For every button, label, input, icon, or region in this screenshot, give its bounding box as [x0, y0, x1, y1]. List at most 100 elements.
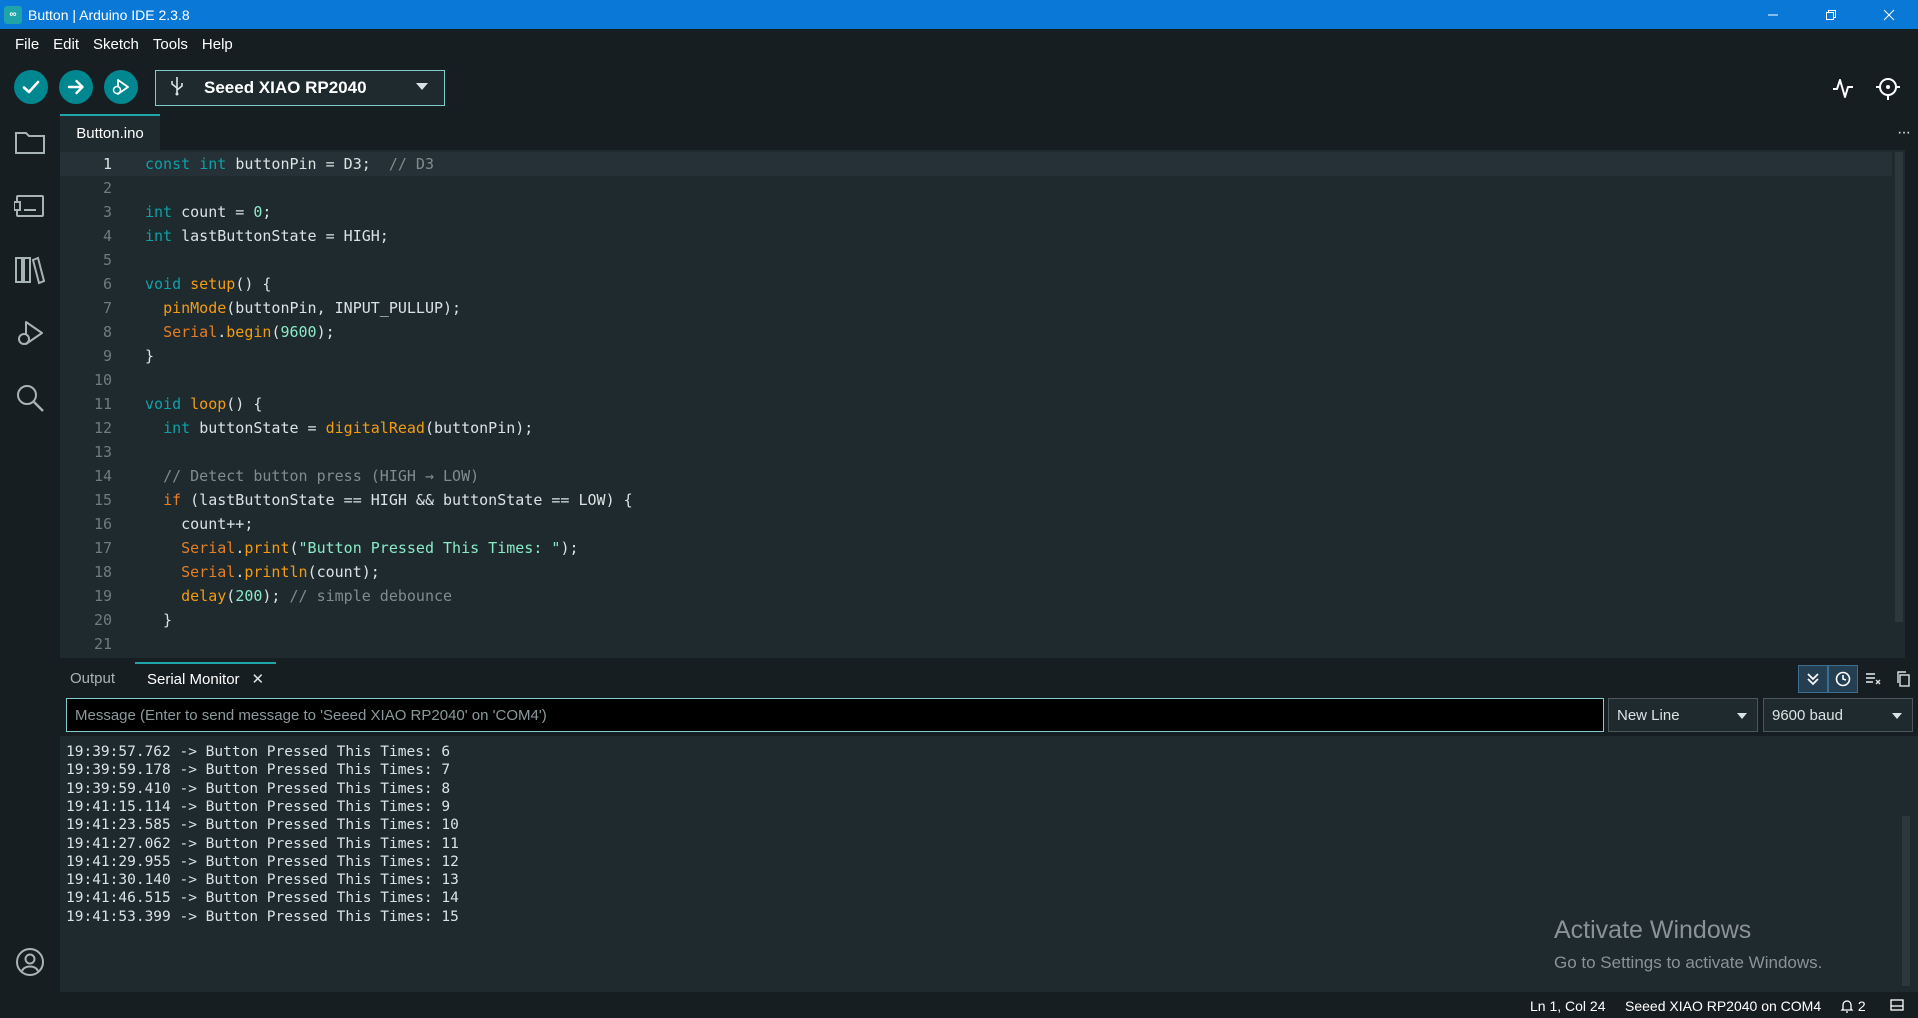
serial-message-input[interactable] — [66, 698, 1604, 732]
code-line[interactable]: 21 — [60, 632, 1905, 656]
code-line[interactable]: 10 — [60, 368, 1905, 392]
line-code: count++; — [145, 512, 253, 536]
code-line[interactable]: 6 void setup() { — [60, 272, 1905, 296]
editor-scroll-thumb[interactable] — [1895, 152, 1903, 622]
board-name: Seeed XIAO RP2040 — [204, 78, 367, 97]
line-ending-select[interactable]: New Line — [1608, 698, 1758, 732]
boards-manager-button[interactable] — [12, 188, 48, 224]
code-line[interactable]: 12 int buttonState = digitalRead(buttonP… — [60, 416, 1905, 440]
minimize-button[interactable] — [1744, 0, 1802, 29]
serial-monitor-button[interactable] — [1873, 73, 1903, 103]
search-icon — [17, 385, 44, 412]
menu-bar: File Edit Sketch Tools Help — [0, 29, 1918, 59]
code-line[interactable]: 19 delay(200); // simple debounce — [60, 584, 1905, 608]
menu-edit[interactable]: Edit — [46, 36, 86, 53]
line-number: 5 — [102, 251, 112, 269]
folder-icon — [15, 132, 45, 154]
library-manager-button[interactable] — [12, 252, 48, 288]
code-token: (buttonPin); — [424, 419, 534, 437]
code-token: 200 — [235, 587, 263, 605]
code-line[interactable]: 8 Serial.begin(9600); — [60, 320, 1905, 344]
code-token: int — [199, 155, 236, 173]
code-token: Serial — [181, 539, 236, 557]
code-line[interactable]: 14 // Detect button press (HIGH → LOW) — [60, 464, 1905, 488]
code-line[interactable]: 3 int count = 0; — [60, 200, 1905, 224]
code-line[interactable]: 18 Serial.println(count); — [60, 560, 1905, 584]
debug-icon — [112, 79, 129, 95]
code-line[interactable]: 2 — [60, 176, 1905, 200]
code-line[interactable]: 16 count++; — [60, 512, 1905, 536]
close-window-button[interactable] — [1860, 0, 1918, 29]
timestamp-toggle[interactable] — [1828, 665, 1858, 693]
cursor-position[interactable]: Ln 1, Col 24 — [1530, 998, 1606, 1014]
close-icon[interactable]: ✕ — [252, 670, 265, 688]
line-number: 21 — [93, 635, 112, 653]
code-token: count++; — [145, 515, 254, 533]
editor-scrollbar[interactable] — [1892, 150, 1905, 658]
line-number: 2 — [102, 179, 112, 197]
restore-button[interactable] — [1802, 0, 1860, 29]
restore-icon — [1826, 9, 1836, 20]
board-port-status[interactable]: Seeed XIAO RP2040 on COM4 — [1625, 998, 1821, 1014]
notifications-button[interactable]: 2 — [1840, 998, 1866, 1014]
debug-button[interactable] — [104, 70, 138, 104]
code-editor[interactable]: 21 20 } 19 delay(200); // simple debounce 1… — [60, 150, 1905, 658]
account-button[interactable] — [12, 944, 48, 980]
account-icon — [16, 948, 44, 976]
line-code: void setup() { — [145, 272, 271, 296]
verify-button[interactable] — [14, 70, 48, 104]
sketchbook-button[interactable] — [12, 124, 48, 160]
code-line[interactable]: 7 pinMode(buttonPin, INPUT_PULLUP); — [60, 296, 1905, 320]
serial-scrollbar[interactable] — [1902, 816, 1910, 986]
code-line[interactable]: 5 — [60, 248, 1905, 272]
serial-plotter-button[interactable] — [1828, 73, 1858, 103]
minimize-icon — [1768, 14, 1778, 15]
menu-tools[interactable]: Tools — [146, 36, 195, 53]
code-token: (count); — [307, 563, 380, 581]
tab-button-ino[interactable]: Button.ino — [60, 114, 160, 150]
toggle-panel-button[interactable] — [1890, 998, 1904, 1015]
code-token: int — [163, 419, 200, 437]
tab-serial-monitor[interactable]: Serial Monitor ✕ — [135, 662, 277, 694]
line-ending-value: New Line — [1617, 706, 1680, 724]
debug-icon — [18, 321, 43, 345]
menu-file[interactable]: File — [8, 36, 46, 53]
more-options-icon[interactable]: ··· — [1897, 124, 1911, 142]
code-line[interactable]: 20 } — [60, 608, 1905, 632]
upload-button[interactable] — [59, 70, 93, 104]
tab-output[interactable]: Output — [70, 662, 115, 694]
code-token: loop — [190, 395, 227, 413]
code-line[interactable]: 11 void loop() { — [60, 392, 1905, 416]
line-number: 12 — [93, 419, 112, 437]
search-button[interactable] — [12, 380, 48, 416]
menu-help[interactable]: Help — [195, 36, 240, 53]
code-token: void — [145, 395, 191, 413]
board-selector[interactable]: Seeed XIAO RP2040 — [155, 70, 445, 106]
code-line[interactable]: 4 int lastButtonState = HIGH; — [60, 224, 1905, 248]
line-code: int lastButtonState = HIGH; — [145, 224, 389, 248]
code-token: (buttonPin, INPUT_PULLUP); — [226, 299, 462, 317]
code-line[interactable]: 17 Serial.print("Button Pressed This Tim… — [60, 536, 1905, 560]
code-line[interactable]: 13 — [60, 440, 1905, 464]
arrow-right-icon — [67, 79, 84, 95]
code-line[interactable]: 9} — [60, 344, 1905, 368]
menu-sketch[interactable]: Sketch — [86, 36, 146, 53]
code-token: . — [235, 563, 245, 581]
debug-panel-button[interactable] — [12, 316, 48, 352]
activate-windows-watermark: Activate Windows Go to Settings to activ… — [1554, 916, 1822, 973]
code-line[interactable]: 15 if (lastButtonState == HIGH && button… — [60, 488, 1905, 512]
copy-icon — [1897, 671, 1910, 687]
clear-output-button[interactable] — [1858, 665, 1888, 693]
autoscroll-toggle[interactable] — [1798, 665, 1828, 693]
arduino-logo-icon: ∞ — [4, 5, 22, 24]
library-icon — [15, 256, 46, 285]
code-token: println — [244, 563, 308, 581]
toolbar: Seeed XIAO RP2040 — [0, 59, 1918, 114]
baud-rate-select[interactable]: 9600 baud — [1763, 698, 1913, 732]
code-line[interactable]: 1 const int buttonPin = D3; // D3 — [60, 152, 1905, 176]
close-icon — [1883, 9, 1895, 20]
code-token: () { — [226, 395, 263, 413]
copy-output-button[interactable] — [1888, 665, 1918, 693]
plotter-icon — [1833, 79, 1853, 98]
